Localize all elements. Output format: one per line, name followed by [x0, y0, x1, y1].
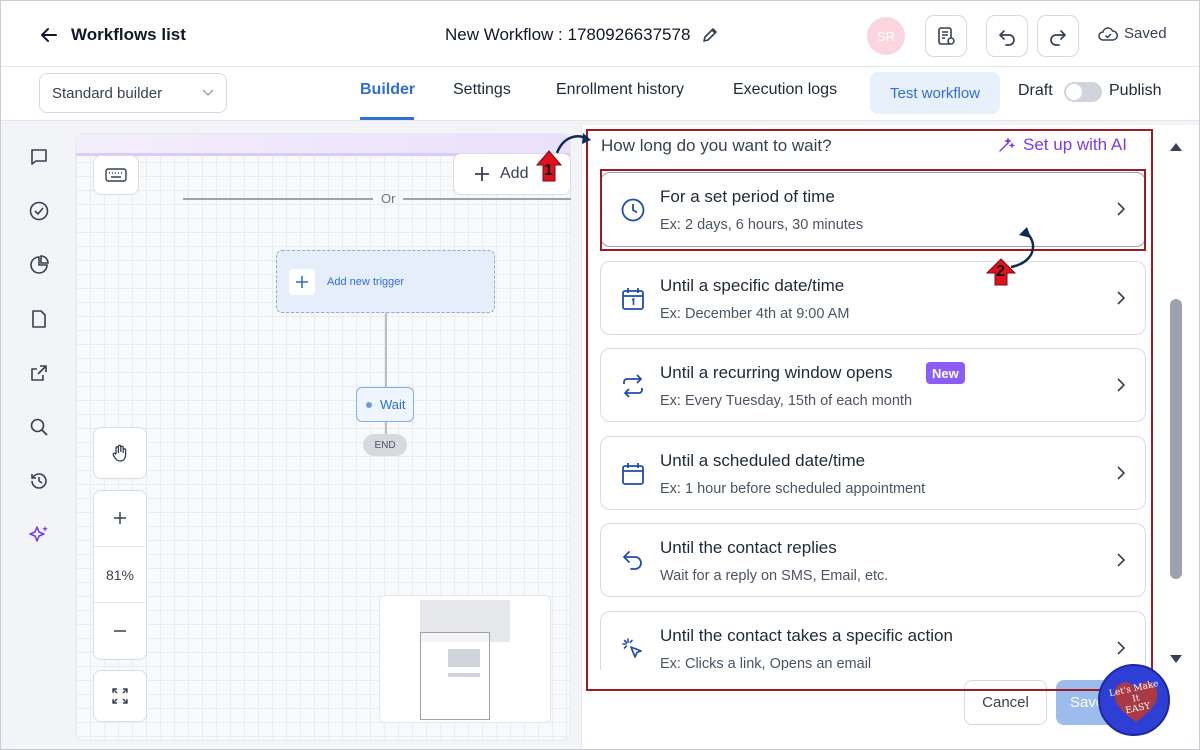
pan-tool-button[interactable]: [93, 427, 147, 479]
sidebar-chat[interactable]: [25, 143, 53, 171]
end-node: END: [363, 434, 407, 456]
tab-settings[interactable]: Settings: [453, 81, 511, 99]
check-circle-icon: [29, 201, 49, 221]
hand-icon: [112, 444, 127, 462]
zoom-out-button[interactable]: [94, 603, 146, 659]
pencil-icon[interactable]: [700, 25, 720, 45]
add-new-trigger-node[interactable]: Add new trigger: [276, 250, 495, 313]
tab-execution-logs[interactable]: Execution logs: [733, 81, 837, 99]
scrollbar-thumb[interactable]: [1170, 299, 1182, 579]
active-tab-indicator: [360, 117, 414, 120]
plus-icon: [475, 167, 489, 181]
connector-line: [385, 313, 387, 387]
chevron-down-icon: [202, 89, 214, 97]
pie-chart-icon: [30, 255, 49, 274]
test-workflow-button[interactable]: Test workflow: [870, 72, 1000, 114]
arrow-left-icon: [41, 28, 57, 42]
app-window: Workflows list New Workflow : 1780926637…: [0, 0, 1200, 750]
document-settings-icon: [938, 27, 955, 45]
sidebar-reports[interactable]: [25, 251, 53, 279]
cancel-label: Cancel: [982, 694, 1029, 711]
tab-builder[interactable]: Builder: [360, 81, 415, 99]
minimap-node: [448, 649, 480, 667]
plus-box: [289, 268, 315, 295]
annotation-arrow-1-icon: [535, 133, 591, 182]
end-label: END: [374, 439, 396, 451]
sidebar-search[interactable]: [25, 413, 53, 441]
cloud-check-icon: [1098, 26, 1118, 41]
wait-node[interactable]: Wait: [356, 387, 414, 422]
zoom-controls: 81%: [93, 490, 147, 660]
or-divider-right: [403, 198, 571, 200]
sidebar-external[interactable]: [25, 359, 53, 387]
saved-label: Saved: [1124, 25, 1167, 42]
annotation-step-1: 1: [544, 162, 553, 179]
keyboard-icon: [105, 168, 127, 182]
history-icon: [31, 473, 47, 489]
fit-view-button[interactable]: [93, 670, 147, 722]
expand-icon: [112, 688, 128, 704]
annotation-arrow-2-icon: [985, 227, 1035, 286]
wait-label: Wait: [380, 397, 406, 412]
wait-dot: [366, 401, 372, 408]
redo-icon: [1050, 30, 1066, 46]
tab-enrollment-history[interactable]: Enrollment history: [556, 81, 684, 99]
search-icon: [30, 418, 48, 436]
scroll-up-arrow-icon[interactable]: [1169, 141, 1183, 153]
document-icon: [32, 310, 46, 328]
minimap[interactable]: [379, 595, 551, 723]
builder-select[interactable]: Standard builder: [39, 73, 227, 113]
minus-icon: [114, 630, 126, 632]
zoom-in-button[interactable]: [94, 491, 146, 547]
watermark-logo: Let's Make It EASY: [1098, 664, 1170, 736]
minimap-node-small: [448, 673, 480, 677]
publish-toggle[interactable]: [1064, 82, 1102, 102]
zoom-value: 81%: [105, 566, 135, 583]
back-to-workflows-link[interactable]: Workflows list: [39, 23, 186, 47]
saved-status: Saved: [1098, 25, 1167, 42]
back-label: Workflows list: [71, 25, 186, 44]
undo-button[interactable]: [986, 15, 1028, 57]
minimap-viewport: [420, 632, 490, 720]
redo-button[interactable]: [1037, 15, 1079, 57]
plus-icon: [296, 275, 308, 288]
builder-select-value: Standard builder: [52, 84, 163, 102]
workflow-notes-button[interactable]: [925, 15, 967, 57]
add-new-trigger-label: Add new trigger: [327, 275, 405, 288]
workflow-title: New Workflow : 1780926637578: [445, 25, 691, 44]
connector-line-end: [385, 422, 387, 434]
or-divider-left: [183, 198, 373, 200]
annotation-option-highlight: [600, 169, 1146, 251]
scroll-down-arrow-icon[interactable]: [1169, 653, 1183, 665]
avatar[interactable]: SR: [867, 17, 905, 55]
zoom-level: 81%: [94, 547, 146, 604]
sidebar-tasks[interactable]: [25, 197, 53, 225]
sidebar-history[interactable]: [25, 467, 53, 495]
keyboard-shortcuts-button[interactable]: [93, 155, 139, 195]
draft-label: Draft: [1018, 82, 1053, 99]
top-bar: Workflows list New Workflow : 1780926637…: [1, 1, 1199, 67]
add-label: Add: [500, 165, 529, 182]
or-label: Or: [381, 191, 396, 206]
sidebar-documents[interactable]: [25, 305, 53, 333]
publish-label: Publish: [1109, 82, 1162, 99]
plus-icon: [114, 512, 126, 525]
chat-icon: [31, 149, 47, 165]
sidebar-ai[interactable]: [25, 521, 53, 549]
toggle-knob: [1066, 84, 1082, 100]
workflow-title-area: New Workflow : 1780926637578: [445, 23, 720, 47]
undo-icon: [999, 30, 1015, 46]
test-workflow-label: Test workflow: [889, 84, 981, 102]
sparkle-icon: [29, 526, 48, 542]
annotation-step-2: 2: [996, 263, 1005, 280]
external-link-icon: [31, 365, 47, 381]
